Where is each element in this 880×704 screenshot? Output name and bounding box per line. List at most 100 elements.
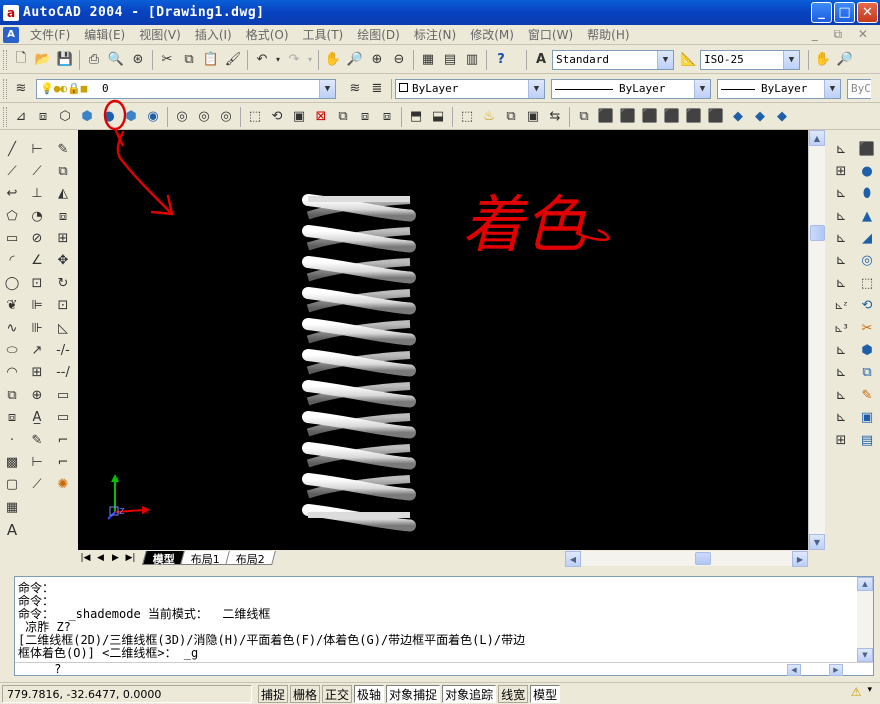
circle-icon[interactable]: ◯ bbox=[1, 272, 23, 294]
save-icon[interactable]: 💾 bbox=[54, 49, 76, 71]
ucs-3point-icon[interactable]: ⊾³ bbox=[830, 317, 852, 339]
chevron-down-icon[interactable]: ▼ bbox=[528, 79, 544, 98]
model-paper-toggle[interactable]: 模型 bbox=[530, 684, 561, 703]
menu-edit[interactable]: 编辑(E) bbox=[77, 26, 132, 43]
status-menu-icon[interactable]: ▾ bbox=[867, 685, 872, 699]
scroll-up-icon[interactable]: ▲ bbox=[809, 130, 825, 146]
multiline-text-icon[interactable]: A bbox=[1, 519, 23, 541]
materials-icon[interactable]: ▣ bbox=[522, 106, 544, 128]
open-file-icon[interactable]: 📂 bbox=[32, 49, 54, 71]
pan-realtime-icon[interactable]: ✋ bbox=[322, 49, 344, 71]
ucs-y-rotate-icon[interactable]: ⊾ bbox=[830, 362, 852, 384]
autocad-app-icon[interactable]: a bbox=[3, 4, 19, 21]
revision-cloud-icon[interactable]: ❦ bbox=[1, 295, 23, 317]
hidden-icon[interactable]: ⬡ bbox=[54, 106, 76, 128]
chevron-down-icon[interactable]: ▼ bbox=[783, 50, 799, 69]
center-mark-icon[interactable]: ⊕ bbox=[26, 384, 48, 406]
extend-icon[interactable]: --/ bbox=[52, 362, 74, 384]
zoom-realtime-icon[interactable]: 🔎 bbox=[344, 49, 366, 71]
undo-icon[interactable]: ↶ bbox=[251, 49, 273, 71]
cone-icon[interactable]: ▲ bbox=[856, 205, 878, 227]
bottom-view-icon[interactable]: ⬛ bbox=[617, 106, 639, 128]
undo-dropdown-icon[interactable]: ▾ bbox=[273, 49, 283, 71]
extrude-icon[interactable]: ⬚ bbox=[244, 106, 266, 128]
linear-dim-icon[interactable]: ⊢ bbox=[26, 138, 48, 160]
command-input-text[interactable]: ? bbox=[18, 662, 61, 676]
menu-insert[interactable]: 插入(I) bbox=[188, 26, 239, 43]
wedge-icon[interactable]: ◢ bbox=[856, 228, 878, 250]
coordinate-readout[interactable]: 779.7816, -32.6477, 0.0000 bbox=[2, 684, 252, 703]
scroll-left-icon[interactable]: ◀ bbox=[565, 551, 581, 567]
interference-icon[interactable]: ⧉ bbox=[856, 362, 878, 384]
model-space-view[interactable]: Y X Z 着色 bbox=[78, 130, 808, 550]
drawing-canvas[interactable]: Y X Z 着色 bbox=[78, 130, 808, 550]
setup-profile-icon[interactable]: ▤ bbox=[856, 429, 878, 451]
aligned-dim-icon[interactable]: ⟋ bbox=[26, 160, 48, 182]
color-select[interactable]: ByLayer ▼ bbox=[395, 78, 545, 99]
copy-icon[interactable]: ⧉ bbox=[178, 49, 200, 71]
array-icon[interactable]: ⊞ bbox=[52, 228, 74, 250]
free-orbit-icon[interactable]: ◎ bbox=[215, 106, 237, 128]
menu-modify[interactable]: 修改(M) bbox=[463, 26, 521, 43]
tolerance-icon[interactable]: ⊞ bbox=[26, 362, 48, 384]
tool-palettes-icon[interactable]: ▥ bbox=[461, 49, 483, 71]
menu-format[interactable]: 格式(O) bbox=[239, 26, 296, 43]
make-block-icon[interactable]: ⧈ bbox=[1, 407, 23, 429]
polygon-icon[interactable]: ⬠ bbox=[1, 205, 23, 227]
setup-drawing-icon[interactable]: ⧈ bbox=[354, 106, 376, 128]
paste-icon[interactable]: 📋 bbox=[200, 49, 222, 71]
properties-icon[interactable]: ▦ bbox=[417, 49, 439, 71]
diameter-dim-icon[interactable]: ⊘ bbox=[26, 228, 48, 250]
first-tab-icon[interactable]: |◀ bbox=[78, 551, 93, 565]
revolve-icon[interactable]: ⟲ bbox=[266, 106, 288, 128]
baseline-dim-icon[interactable]: ⊫ bbox=[26, 295, 48, 317]
plotstyle-select[interactable]: ByC bbox=[847, 78, 871, 99]
setup-icon[interactable]: ✎ bbox=[856, 384, 878, 406]
zoom-icon-right[interactable]: 🔎 bbox=[834, 49, 856, 71]
rectangle-icon[interactable]: ▭ bbox=[1, 228, 23, 250]
leader-icon[interactable]: ↗ bbox=[26, 340, 48, 362]
section-icon[interactable]: ▣ bbox=[288, 106, 310, 128]
polyline-icon[interactable]: ↩ bbox=[1, 183, 23, 205]
layer-previous-icon[interactable]: ≣ bbox=[366, 78, 388, 100]
orbit-icon[interactable]: ◎ bbox=[171, 106, 193, 128]
minimize-button[interactable]: _ bbox=[811, 2, 832, 23]
document-icon[interactable]: A bbox=[3, 26, 19, 43]
menu-file[interactable]: 文件(F) bbox=[23, 26, 77, 43]
torus-icon[interactable]: ◎ bbox=[856, 250, 878, 272]
spring-3d-model[interactable] bbox=[302, 194, 416, 532]
union-icon[interactable]: ⬒ bbox=[405, 106, 427, 128]
dimension-edit-icon[interactable]: A̲ bbox=[26, 407, 48, 429]
menu-draw[interactable]: 绘图(D) bbox=[350, 26, 407, 43]
maximize-button[interactable]: □ bbox=[834, 2, 855, 23]
tab-layout1[interactable]: 布局1 bbox=[180, 551, 231, 566]
text-style-icon[interactable]: A bbox=[530, 49, 552, 71]
text-style-select[interactable]: Standard ▼ bbox=[552, 49, 674, 70]
named-views-icon[interactable]: ⧉ bbox=[573, 106, 595, 128]
region-icon[interactable]: ▢ bbox=[1, 474, 23, 496]
ucs-apply-icon[interactable]: ⊾ bbox=[830, 407, 852, 429]
ordinate-dim-icon[interactable]: ⊥ bbox=[26, 183, 48, 205]
toolbar-grip[interactable] bbox=[3, 106, 7, 127]
print-preview-icon[interactable]: 🔍 bbox=[105, 49, 127, 71]
chevron-down-icon[interactable]: ▼ bbox=[319, 79, 335, 98]
scroll-thumb[interactable] bbox=[695, 552, 711, 565]
flat-shaded-icon[interactable]: ⬢ bbox=[76, 106, 98, 128]
move-icon[interactable]: ✥ bbox=[52, 250, 74, 272]
left-view-icon[interactable]: ⬛ bbox=[639, 106, 661, 128]
render-icon[interactable]: ⬚ bbox=[456, 106, 478, 128]
lights-icon[interactable]: ♨ bbox=[478, 106, 500, 128]
title-bar[interactable]: a AutoCAD 2004 - [Drawing1.dwg] _ □ ✕ bbox=[0, 0, 880, 25]
front-view-icon[interactable]: ⬛ bbox=[683, 106, 705, 128]
ucs-object-icon[interactable]: ⊾ bbox=[830, 228, 852, 250]
polar-toggle[interactable]: 极轴 bbox=[354, 684, 385, 703]
setup-view-icon[interactable]: ⧈ bbox=[376, 106, 398, 128]
ucs-previous-icon[interactable]: ⊾ bbox=[830, 183, 852, 205]
sphere-icon[interactable]: ● bbox=[856, 160, 878, 182]
ucs-icon-button[interactable]: ⊾ bbox=[830, 138, 852, 160]
radius-dim-icon[interactable]: ◔ bbox=[26, 205, 48, 227]
mapping-icon[interactable]: ⇆ bbox=[544, 106, 566, 128]
scroll-down-icon[interactable]: ▼ bbox=[857, 648, 873, 662]
point-icon[interactable]: · bbox=[1, 429, 23, 451]
ucs-zaxis-icon[interactable]: ⊾ᶻ bbox=[830, 295, 852, 317]
